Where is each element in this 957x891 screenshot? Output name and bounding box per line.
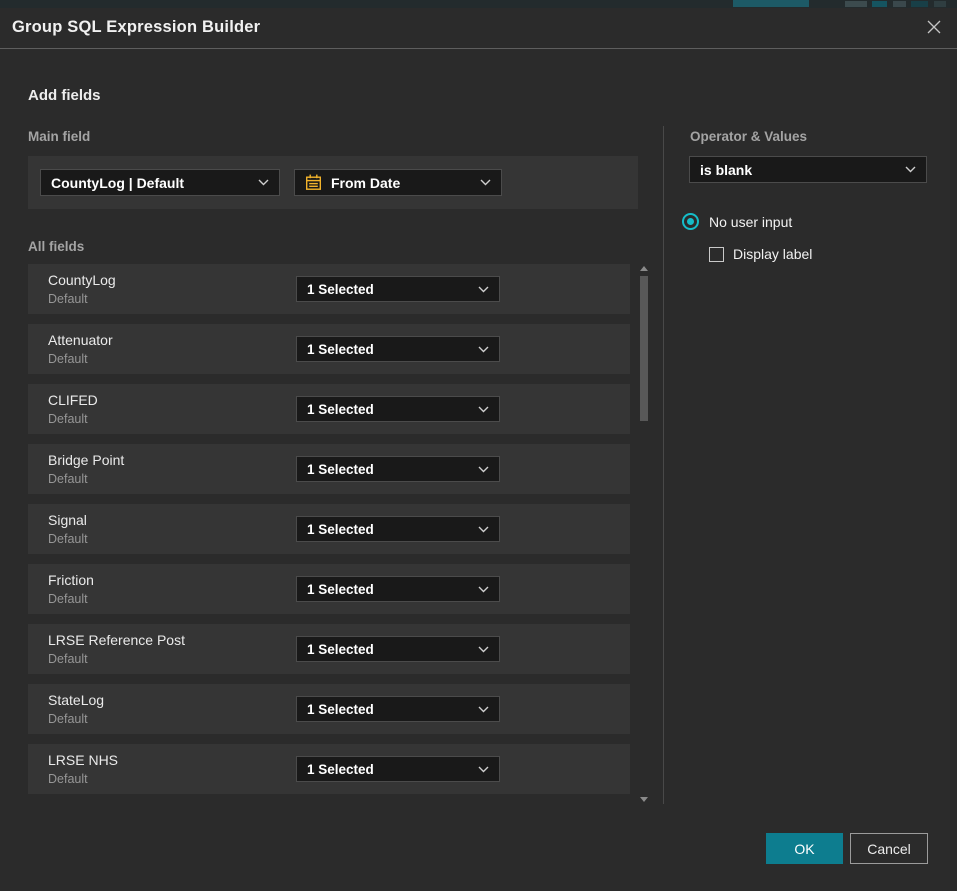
field-row-bridge-point: Bridge Point Default 1 Selected bbox=[28, 444, 630, 494]
chevron-down-icon bbox=[478, 586, 489, 593]
chevron-down-icon bbox=[905, 166, 916, 173]
field-subtitle: Default bbox=[48, 712, 88, 726]
field-selection-dropdown[interactable]: 1 Selected bbox=[296, 396, 500, 422]
field-subtitle: Default bbox=[48, 652, 88, 666]
field-selection-dropdown[interactable]: 1 Selected bbox=[296, 456, 500, 482]
field-selection-dropdown[interactable]: 1 Selected bbox=[296, 516, 500, 542]
radio-selected-icon bbox=[682, 213, 699, 230]
list-scrollbar-track[interactable] bbox=[639, 258, 649, 806]
close-icon bbox=[925, 18, 943, 41]
field-selection-value: 1 Selected bbox=[307, 762, 470, 777]
chevron-down-icon bbox=[478, 526, 489, 533]
chevron-down-icon bbox=[258, 179, 269, 186]
display-label-text: Display label bbox=[733, 246, 812, 262]
all-fields-label: All fields bbox=[28, 239, 84, 254]
scroll-down-arrow-icon[interactable] bbox=[640, 797, 648, 802]
field-dropdown[interactable]: From Date bbox=[294, 169, 502, 196]
field-selection-value: 1 Selected bbox=[307, 522, 470, 537]
operator-dropdown-value: is blank bbox=[700, 162, 897, 178]
chevron-down-icon bbox=[478, 766, 489, 773]
background-app-remnant bbox=[872, 1, 887, 7]
layer-dropdown[interactable]: CountyLog | Default bbox=[40, 169, 280, 196]
dialog-title: Group SQL Expression Builder bbox=[12, 18, 260, 37]
radio-dot bbox=[687, 218, 694, 225]
field-selection-dropdown[interactable]: 1 Selected bbox=[296, 276, 500, 302]
group-sql-expression-builder-dialog: Group SQL Expression Builder Add fields … bbox=[0, 8, 957, 891]
field-selection-value: 1 Selected bbox=[307, 342, 470, 357]
chevron-down-icon bbox=[478, 286, 489, 293]
close-button[interactable] bbox=[923, 18, 945, 40]
background-app-remnant bbox=[845, 1, 867, 7]
chevron-down-icon bbox=[478, 466, 489, 473]
checkbox-unchecked-icon bbox=[709, 247, 724, 262]
field-selection-value: 1 Selected bbox=[307, 462, 470, 477]
field-subtitle: Default bbox=[48, 352, 88, 366]
field-name: Attenuator bbox=[48, 332, 113, 348]
field-name: Signal bbox=[48, 512, 87, 528]
main-field-panel: CountyLog | Default From Date bbox=[28, 156, 638, 209]
chevron-down-icon bbox=[480, 179, 491, 186]
chevron-down-icon bbox=[478, 406, 489, 413]
scrollbar-thumb[interactable] bbox=[640, 276, 648, 421]
field-name: StateLog bbox=[48, 692, 104, 708]
cancel-button[interactable]: Cancel bbox=[850, 833, 928, 864]
chevron-down-icon bbox=[478, 346, 489, 353]
field-row-lrse-nhs: LRSE NHS Default 1 Selected bbox=[28, 744, 630, 794]
scroll-up-arrow-icon[interactable] bbox=[640, 266, 648, 271]
background-app-remnant bbox=[911, 1, 928, 7]
field-selection-dropdown[interactable]: 1 Selected bbox=[296, 756, 500, 782]
field-row-clifed: CLIFED Default 1 Selected bbox=[28, 384, 630, 434]
field-row-signal: Signal Default 1 Selected bbox=[28, 504, 630, 554]
screen: Group SQL Expression Builder Add fields … bbox=[0, 0, 957, 891]
operator-values-label: Operator & Values bbox=[690, 129, 807, 144]
add-fields-heading: Add fields bbox=[28, 87, 101, 104]
layer-dropdown-value: CountyLog | Default bbox=[51, 175, 250, 191]
dialog-header: Group SQL Expression Builder bbox=[0, 8, 957, 49]
chevron-down-icon bbox=[478, 646, 489, 653]
background-app-remnant bbox=[733, 0, 809, 7]
panel-divider bbox=[663, 126, 664, 804]
field-subtitle: Default bbox=[48, 292, 88, 306]
field-row-lrse-reference-post: LRSE Reference Post Default 1 Selected bbox=[28, 624, 630, 674]
field-row-friction: Friction Default 1 Selected bbox=[28, 564, 630, 614]
calendar-date-icon bbox=[305, 174, 322, 191]
field-subtitle: Default bbox=[48, 592, 88, 606]
field-subtitle: Default bbox=[48, 772, 88, 786]
background-app-remnant bbox=[934, 1, 946, 7]
field-selection-value: 1 Selected bbox=[307, 402, 470, 417]
field-selection-dropdown[interactable]: 1 Selected bbox=[296, 696, 500, 722]
field-selection-dropdown[interactable]: 1 Selected bbox=[296, 576, 500, 602]
no-user-input-radio[interactable]: No user input bbox=[682, 213, 792, 230]
field-subtitle: Default bbox=[48, 532, 88, 546]
field-name: LRSE Reference Post bbox=[48, 632, 185, 648]
field-name: CLIFED bbox=[48, 392, 98, 408]
field-name: Friction bbox=[48, 572, 94, 588]
field-dropdown-value: From Date bbox=[331, 175, 472, 191]
field-name: Bridge Point bbox=[48, 452, 124, 468]
field-selection-value: 1 Selected bbox=[307, 282, 470, 297]
field-subtitle: Default bbox=[48, 472, 88, 486]
background-app-remnant bbox=[893, 1, 906, 7]
field-selection-value: 1 Selected bbox=[307, 642, 470, 657]
display-label-checkbox[interactable]: Display label bbox=[709, 246, 812, 262]
field-row-statelog: StateLog Default 1 Selected bbox=[28, 684, 630, 734]
no-user-input-label: No user input bbox=[709, 214, 792, 230]
field-selection-value: 1 Selected bbox=[307, 702, 470, 717]
field-subtitle: Default bbox=[48, 412, 88, 426]
operator-dropdown[interactable]: is blank bbox=[689, 156, 927, 183]
field-row-countylog: CountyLog Default 1 Selected bbox=[28, 264, 630, 314]
field-name: LRSE NHS bbox=[48, 752, 118, 768]
field-name: CountyLog bbox=[48, 272, 116, 288]
background-app-strip bbox=[0, 0, 957, 8]
field-selection-dropdown[interactable]: 1 Selected bbox=[296, 336, 500, 362]
main-field-label: Main field bbox=[28, 129, 90, 144]
field-row-attenuator: Attenuator Default 1 Selected bbox=[28, 324, 630, 374]
all-fields-list: CountyLog Default 1 Selected Attenuator … bbox=[28, 264, 630, 794]
chevron-down-icon bbox=[478, 706, 489, 713]
field-selection-value: 1 Selected bbox=[307, 582, 470, 597]
field-selection-dropdown[interactable]: 1 Selected bbox=[296, 636, 500, 662]
ok-button[interactable]: OK bbox=[766, 833, 843, 864]
